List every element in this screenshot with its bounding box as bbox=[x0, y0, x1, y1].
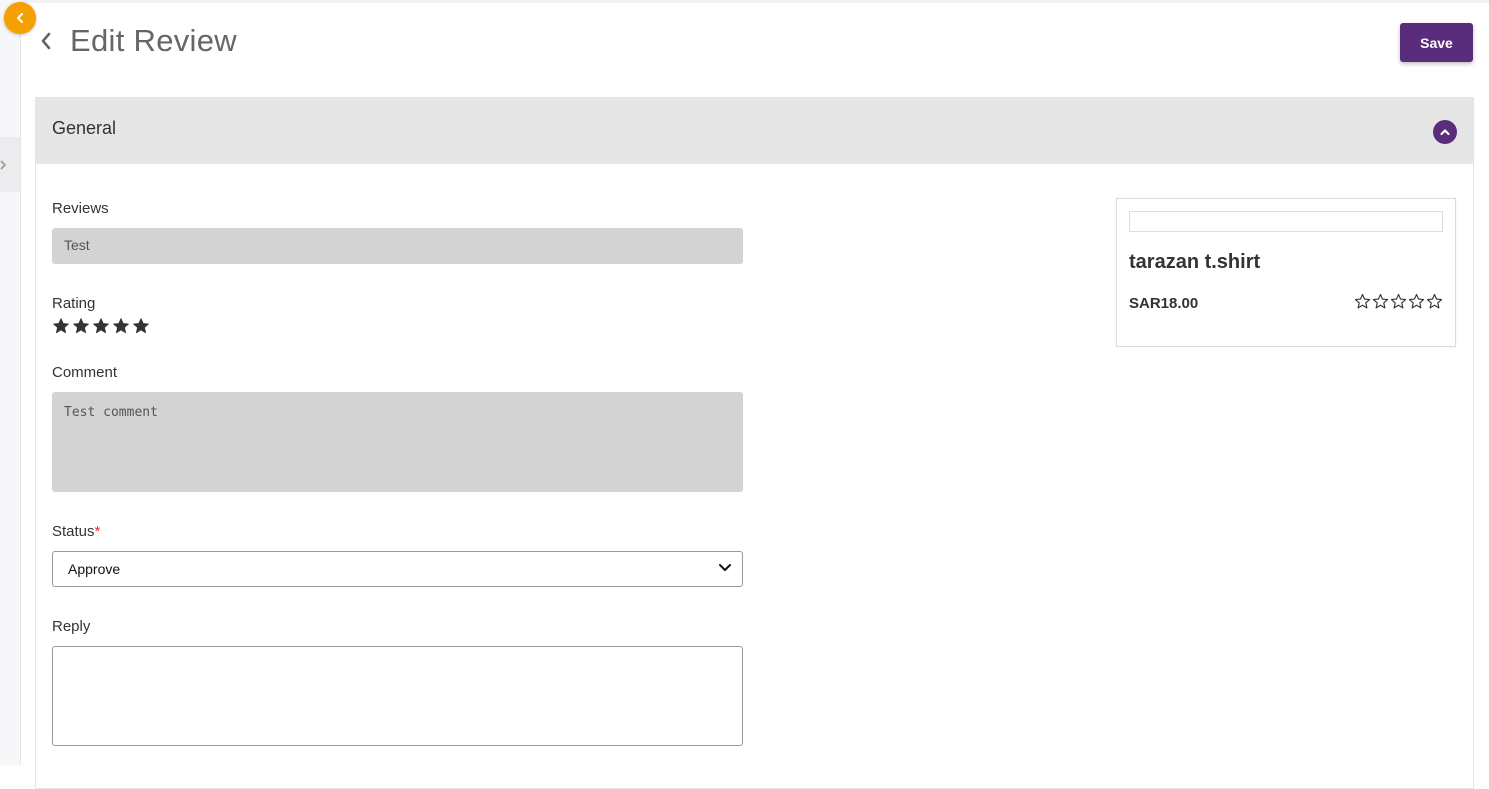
top-divider bbox=[20, 0, 1489, 3]
save-button[interactable]: Save bbox=[1400, 23, 1473, 62]
star-icon bbox=[133, 318, 149, 334]
comment-textarea[interactable]: Test comment bbox=[52, 392, 743, 492]
section-toggle-button[interactable] bbox=[1433, 120, 1457, 144]
star-icon bbox=[93, 318, 109, 334]
star-icon bbox=[1426, 293, 1443, 309]
chevron-down-icon bbox=[719, 564, 731, 571]
product-price: SAR18.00 bbox=[1129, 295, 1199, 312]
rating-label: Rating bbox=[52, 295, 96, 312]
status-select-value: Approve bbox=[68, 561, 121, 577]
panel-title: General bbox=[52, 118, 117, 138]
chevron-right-icon bbox=[0, 159, 6, 170]
left-rail bbox=[0, 0, 21, 765]
back-button[interactable] bbox=[36, 26, 56, 56]
chevron-up-icon bbox=[1440, 129, 1450, 136]
status-label: Status* bbox=[52, 523, 100, 540]
product-name[interactable]: tarazan t.shirt bbox=[1129, 251, 1260, 274]
chevron-left-icon bbox=[16, 12, 24, 24]
required-marker: * bbox=[94, 523, 101, 540]
status-label-text: Status bbox=[52, 523, 95, 540]
panel-header[interactable]: General bbox=[36, 98, 1473, 164]
reviews-input[interactable]: Test bbox=[52, 228, 743, 264]
star-icon bbox=[1390, 293, 1407, 309]
product-image bbox=[1129, 211, 1443, 232]
chevron-left-icon bbox=[41, 32, 51, 50]
sidebar-collapse-button[interactable] bbox=[4, 2, 36, 34]
star-icon bbox=[113, 318, 129, 334]
rating-stars[interactable] bbox=[52, 317, 150, 335]
star-icon bbox=[1408, 293, 1425, 309]
star-icon bbox=[1354, 293, 1371, 309]
product-rating-stars bbox=[1354, 293, 1443, 310]
status-select[interactable]: Approve bbox=[52, 551, 743, 587]
product-card: tarazan t.shirt SAR18.00 bbox=[1116, 198, 1456, 347]
comment-label: Comment bbox=[52, 364, 118, 381]
general-panel: General Reviews Test Rating Comment Test… bbox=[35, 97, 1474, 789]
star-icon bbox=[1372, 293, 1389, 309]
star-icon bbox=[53, 318, 69, 334]
page-title: Edit Review bbox=[70, 23, 237, 58]
rail-expand-tab[interactable] bbox=[0, 137, 20, 192]
reply-label: Reply bbox=[52, 618, 91, 635]
reviews-label: Reviews bbox=[52, 200, 109, 217]
star-icon bbox=[73, 318, 89, 334]
reply-textarea[interactable] bbox=[52, 646, 743, 746]
